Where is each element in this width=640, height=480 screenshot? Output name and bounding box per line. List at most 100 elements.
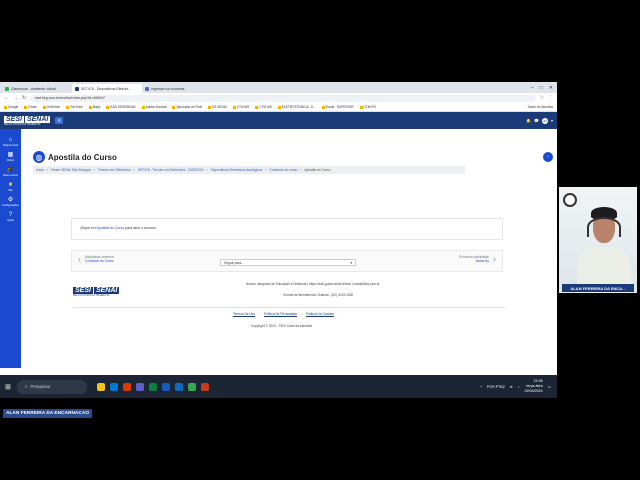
left-sidebar: ⌂ Página inicial ▦ Painel 🎓 Meus cursos ■ Si… [0, 129, 21, 368]
tab-teams[interactable]: Ingresse na conversa [142, 84, 212, 93]
sidebar-item-dashboard[interactable]: ▦ Painel [7, 152, 14, 162]
resource-instructions: Clique em Apostila do Curso para abrir o… [80, 226, 157, 230]
breadcrumb-item[interactable]: Início [36, 168, 44, 172]
footer-divider [73, 307, 505, 308]
home-icon: ⌂ [8, 137, 13, 143]
headset-icon [587, 217, 621, 237]
chrome-icon[interactable] [187, 382, 196, 391]
jump-to-select[interactable]: Seguir para... ▾ [220, 259, 356, 266]
taskbar-search[interactable]: ⌕ Pesquisar [16, 379, 87, 394]
webcam-feed [559, 187, 637, 293]
tab-classroom[interactable]: Classroom - ambiente virtual [2, 84, 72, 93]
language-indicator[interactable]: POR PTB2 [487, 385, 505, 389]
bookmark-item[interactable]: EAD SESI/SENAI [106, 105, 135, 109]
breadcrumb-item[interactable]: Técnico em Eletrônica [98, 168, 131, 172]
bookmarks-bar: Google Gmail OneDrive YouTube Maps EAD S… [0, 103, 557, 112]
wifi-icon[interactable]: ≋ [510, 385, 513, 389]
resource-link[interactable]: Apostila do Curso [97, 226, 125, 230]
system-tray: ^ POR PTB2 ≋ ♪ 21:06 terça-feira 02/04/2… [480, 379, 557, 394]
close-icon[interactable]: ✕ [549, 85, 553, 91]
breadcrumb: Início › Fieam SENAI São Bologna › Técnico… [33, 166, 465, 174]
chevron-down-icon: ▾ [350, 260, 352, 265]
bookmark-item[interactable]: OneDrive [43, 105, 60, 109]
sesi-senai-logo[interactable]: SESI SENAI PELO FUTURO DO TRABALHO [4, 115, 51, 126]
breadcrumb-separator: › [133, 168, 135, 172]
minimize-icon[interactable]: – [531, 85, 534, 91]
block-drawer-icon[interactable]: ‹ [543, 152, 553, 162]
next-activity[interactable]: Próxima atividade Aulas Ao › [459, 254, 496, 264]
office-icon[interactable] [122, 382, 131, 391]
windows-taskbar: ⊞ ⌕ Pesquisar ^ POR PTB2 ≋ ♪ 21:06 terça-… [0, 375, 557, 398]
file-explorer-icon[interactable] [96, 382, 105, 391]
avatar[interactable]: AF [541, 117, 548, 124]
tab-set476[interactable]: SET476 - Dispositivos Eletrôni... [72, 84, 142, 93]
bookmark-item[interactable]: Gmail [24, 105, 36, 109]
help-icon: ? [8, 212, 13, 218]
bell-icon[interactable]: 🔔 [526, 118, 531, 123]
breadcrumb-separator: › [300, 168, 302, 172]
sidebar-item-courses[interactable]: 🎓 Meus cursos [3, 167, 18, 177]
bookmark-item[interactable]: Adobe Acrobat [142, 105, 167, 109]
chevron-right-icon: › [493, 254, 496, 264]
hamburger-menu-icon[interactable]: ≡ [55, 117, 64, 124]
powerpoint-icon[interactable] [200, 382, 209, 391]
bookmark-item[interactable]: CTM RS [360, 105, 376, 109]
footer-separator: - [301, 312, 303, 316]
bookmark-item[interactable]: CTM MS [255, 105, 272, 109]
sidebar-item-site[interactable]: ■ Site [8, 182, 12, 192]
resource-info-card: Clique em Apostila do Curso para abrir o… [71, 218, 503, 240]
menu-icon[interactable]: ⋮ [548, 95, 553, 101]
window-controls: – □ ✕ [531, 85, 557, 91]
breadcrumb-item[interactable]: Conteúdo do curso [269, 168, 297, 172]
clock[interactable]: 21:06 terça-feira 02/04/2024 [525, 379, 543, 394]
page-header: ◍ Apostila do Curso [33, 151, 117, 163]
wall-clock-icon [563, 193, 577, 207]
bookmark-item[interactable]: SS SENAI [208, 105, 227, 109]
taskbar-apps [96, 382, 209, 391]
privacy-link[interactable]: Política De Privacidade [264, 312, 297, 316]
word-icon[interactable] [161, 382, 170, 391]
back-icon[interactable]: ← [4, 95, 9, 101]
chevron-up-icon[interactable]: ^ [480, 385, 482, 389]
breadcrumb-item[interactable]: SET476 - Técnico em Eletrônica - 2023/20… [138, 168, 204, 172]
url-input[interactable]: ead.fieg.com.br/mod/url/view.php?id=4599… [30, 94, 536, 102]
main-content: ◍ Apostila do Curso ‹ Início › Fieam SENA… [21, 129, 557, 368]
bookmark-item[interactable]: Maps [89, 105, 101, 109]
maximize-icon[interactable]: □ [540, 85, 543, 91]
tab-favicon-icon [145, 86, 149, 91]
chevron-down-icon[interactable]: ▾ [551, 118, 553, 123]
bookmark-item[interactable]: Aprovado do Profi [172, 105, 202, 109]
sidebar-item-help[interactable]: ? Ajuda [7, 212, 14, 222]
bookmark-item[interactable]: YouTube [66, 105, 83, 109]
star-icon[interactable]: ☆ [540, 95, 544, 101]
windows-start-icon[interactable]: ⊞ [5, 383, 11, 391]
bookmark-item[interactable]: Google [4, 105, 18, 109]
breadcrumb-item[interactable]: Dispositivos Eletrônicos Analógicos [211, 168, 263, 172]
cookies-link[interactable]: Política De Cookies [306, 312, 334, 316]
notification-icon[interactable]: ▭ [548, 385, 551, 389]
tab-bar: Classroom - ambiente virtual SET476 - Di… [0, 82, 557, 93]
chat-icon[interactable]: 💬 [534, 118, 539, 123]
footer-contact: Núcleo Integrado de Educação a Distância… [246, 282, 380, 286]
site-footer: SESI SENAI PELO FUTURO DO TRABALHO Núcleo… [21, 279, 557, 328]
volume-icon[interactable]: ♪ [518, 385, 520, 389]
forward-icon[interactable]: → [13, 95, 18, 101]
all-bookmarks[interactable]: Todos os favoritos [527, 105, 553, 109]
tab-favicon-icon [5, 86, 9, 91]
terms-link[interactable]: Termos De Uso [233, 312, 255, 316]
teams-icon[interactable] [135, 382, 144, 391]
edge-icon[interactable] [109, 382, 118, 391]
footer-separator: - [258, 312, 261, 316]
bookmark-item[interactable]: ELETROTÉCNICA - E... [278, 105, 316, 109]
previous-activity[interactable]: ‹ Atividade anterior Conteúdo do Curso [78, 254, 115, 264]
excel-icon[interactable] [148, 382, 157, 391]
breadcrumb-item[interactable]: Fieam SENAI São Bologna [51, 168, 91, 172]
activity-navigation: ‹ Atividade anterior Conteúdo do Curso S… [71, 250, 503, 272]
bookmark-item[interactable]: CTM MS [233, 105, 250, 109]
site-header: SESI SENAI PELO FUTURO DO TRABALHO ≡ 🔔 💬 … [0, 112, 557, 129]
outlook-icon[interactable] [174, 382, 183, 391]
bookmark-item[interactable]: Email - SUPERIOR [322, 105, 353, 109]
sidebar-item-home[interactable]: ⌂ Página inicial [3, 137, 18, 147]
sidebar-item-settings[interactable]: ⚙ Configurações [2, 197, 19, 207]
reload-icon[interactable]: ↻ [22, 95, 26, 101]
